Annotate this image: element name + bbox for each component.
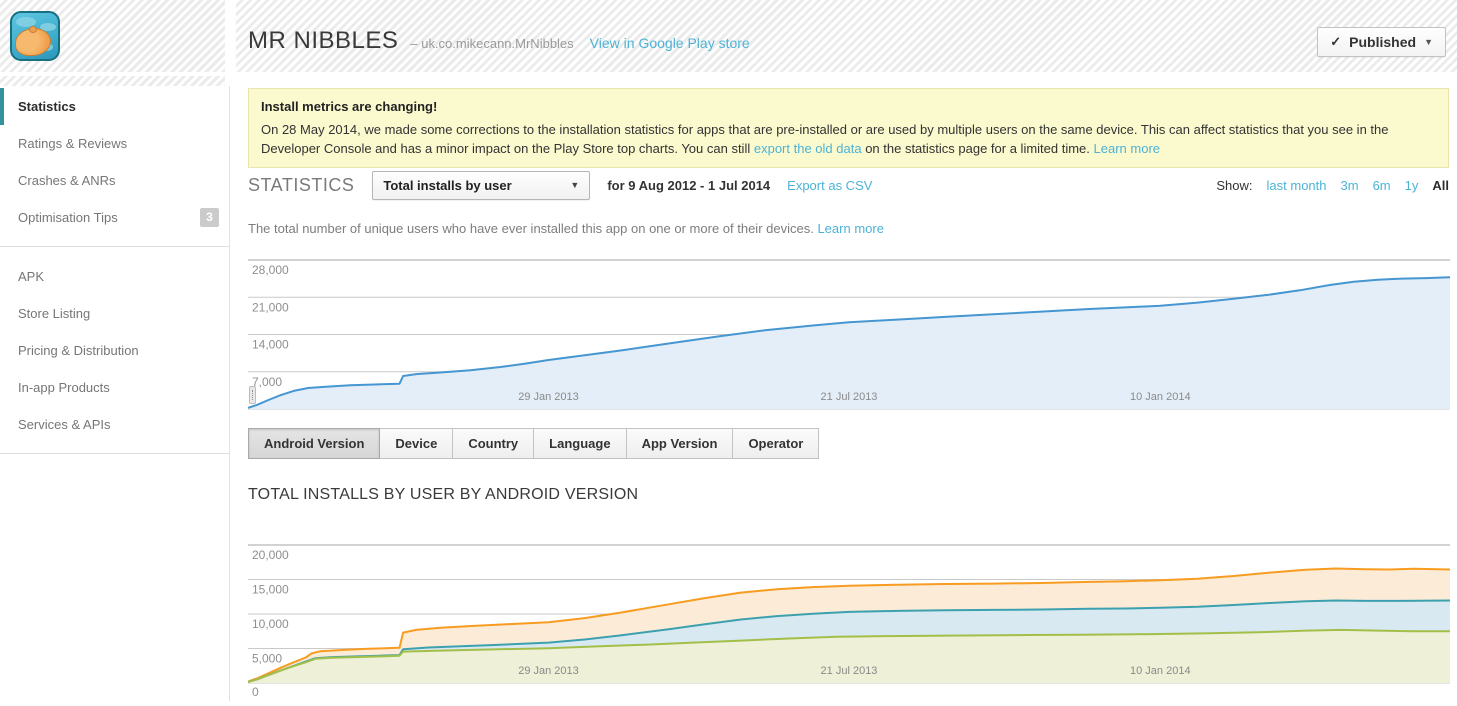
dimension-tabs: Android Version Device Country Language …	[248, 428, 819, 459]
sidebar-item-services-apis[interactable]: Services & APIs	[0, 406, 229, 443]
check-icon: ✓	[1330, 34, 1341, 50]
section-title: TOTAL INSTALLS BY USER BY ANDROID VERSIO…	[248, 486, 638, 504]
sidebar-item-optimisation-tips[interactable]: Optimisation Tips 3	[0, 199, 229, 236]
optimisation-tips-count-badge: 3	[200, 208, 219, 227]
sidebar-item-apk[interactable]: APK	[0, 258, 229, 295]
sidebar-item-pricing-distribution[interactable]: Pricing & Distribution	[0, 332, 229, 369]
svg-text:20,000: 20,000	[252, 548, 289, 562]
metric-select[interactable]: Total installs by user ▼	[372, 171, 590, 200]
sidebar-item-label: Optimisation Tips	[18, 210, 118, 225]
tab-language[interactable]: Language	[533, 428, 626, 459]
svg-text:10,000: 10,000	[252, 617, 289, 631]
app-package-name: – uk.co.mikecann.MrNibbles	[410, 36, 573, 51]
sidebar-item-label: In-app Products	[18, 380, 110, 395]
description-learn-more-link[interactable]: Learn more	[817, 221, 883, 236]
sidebar-item-label: Pricing & Distribution	[18, 343, 139, 358]
banner-text: on the statistics page for a limited tim…	[865, 141, 1090, 156]
chevron-down-icon: ▼	[570, 180, 579, 190]
svg-text:29 Jan 2013: 29 Jan 2013	[518, 391, 579, 403]
tab-app-version[interactable]: App Version	[626, 428, 734, 459]
app-icon	[10, 11, 60, 61]
sidebar-item-label: Statistics	[18, 99, 76, 114]
sidebar-item-label: Services & APIs	[18, 417, 110, 432]
svg-text:29 Jan 2013: 29 Jan 2013	[518, 665, 579, 677]
svg-text:14,000: 14,000	[252, 338, 289, 352]
show-3m[interactable]: 3m	[1341, 178, 1359, 193]
tab-android-version[interactable]: Android Version	[248, 428, 380, 459]
show-last-month[interactable]: last month	[1267, 178, 1327, 193]
svg-text:21 Jul 2013: 21 Jul 2013	[821, 665, 878, 677]
chevron-down-icon: ▼	[1424, 37, 1433, 47]
page-title: MR NIBBLES	[248, 27, 398, 55]
tab-device[interactable]: Device	[379, 428, 453, 459]
svg-text:21 Jul 2013: 21 Jul 2013	[821, 391, 878, 403]
banner-body: On 28 May 2014, we made some corrections…	[261, 120, 1436, 158]
hamster-icon	[15, 28, 51, 56]
total-installs-chart[interactable]: 7,000 14,000 21,000 28,000 29 Jan 2013 21 Jul…	[248, 258, 1450, 410]
sidebar-item-label: Ratings & Reviews	[18, 136, 127, 151]
sidebar: Statistics Ratings & Reviews Crashes & A…	[0, 86, 230, 701]
sidebar-item-crashes-anrs[interactable]: Crashes & ANRs	[0, 162, 229, 199]
svg-text:7,000: 7,000	[252, 375, 282, 389]
sidebar-item-label: Crashes & ANRs	[18, 173, 116, 188]
metric-description: The total number of unique users who hav…	[248, 221, 884, 236]
hamster-ear	[29, 26, 37, 33]
chart-svg[interactable]: 7,000 14,000 21,000 28,000 29 Jan 2013 21 Jul…	[248, 258, 1450, 410]
metric-select-value: Total installs by user	[383, 178, 511, 193]
chart-svg[interactable]: 0 5,000 10,000 15,000 20,000 29 Jan 2013 21 Ju…	[248, 535, 1450, 701]
svg-text:5,000: 5,000	[252, 652, 282, 666]
export-old-data-link[interactable]: export the old data	[754, 141, 862, 156]
tab-country[interactable]: Country	[452, 428, 534, 459]
tab-operator[interactable]: Operator	[732, 428, 819, 459]
export-csv-link[interactable]: Export as CSV	[787, 178, 872, 193]
date-range-label: for 9 Aug 2012 - 1 Jul 2014	[607, 178, 770, 193]
publish-status-label: Published	[1349, 34, 1416, 50]
installs-by-android-version-chart[interactable]: 0 5,000 10,000 15,000 20,000 29 Jan 2013 21 Ju…	[248, 535, 1450, 701]
show-all[interactable]: All	[1432, 178, 1449, 193]
sidebar-item-label: Store Listing	[18, 306, 90, 321]
sidebar-divider	[0, 453, 229, 454]
svg-text:28,000: 28,000	[252, 263, 289, 277]
show-6m[interactable]: 6m	[1373, 178, 1391, 193]
show-range-group: Show: last month 3m 6m 1y All	[1216, 178, 1449, 193]
svg-text:21,000: 21,000	[252, 300, 289, 314]
chart-range-handle[interactable]	[249, 386, 256, 404]
sidebar-item-label: APK	[18, 269, 44, 284]
banner-title: Install metrics are changing!	[261, 97, 1436, 116]
sidebar-item-ratings-reviews[interactable]: Ratings & Reviews	[0, 125, 229, 162]
publish-status-dropdown[interactable]: ✓ Published ▼	[1317, 27, 1446, 57]
sidebar-item-store-listing[interactable]: Store Listing	[0, 295, 229, 332]
svg-text:10 Jan 2014: 10 Jan 2014	[1130, 665, 1191, 677]
show-label: Show:	[1216, 178, 1252, 193]
metric-description-text: The total number of unique users who hav…	[248, 221, 814, 236]
install-metrics-banner: Install metrics are changing! On 28 May …	[248, 88, 1449, 168]
svg-text:0: 0	[252, 685, 259, 699]
header-band-sidebar-strip	[0, 76, 225, 86]
show-1y[interactable]: 1y	[1405, 178, 1419, 193]
banner-learn-more-link[interactable]: Learn more	[1094, 141, 1160, 156]
sidebar-divider	[0, 246, 229, 247]
svg-text:10 Jan 2014: 10 Jan 2014	[1130, 391, 1191, 403]
sidebar-item-in-app-products[interactable]: In-app Products	[0, 369, 229, 406]
sidebar-item-statistics[interactable]: Statistics	[0, 88, 229, 125]
app-header: MR NIBBLES – uk.co.mikecann.MrNibbles Vi…	[248, 27, 750, 55]
statistics-toolbar: STATISTICS Total installs by user ▼ for …	[248, 169, 1449, 201]
statistics-heading: STATISTICS	[248, 175, 354, 196]
svg-text:15,000: 15,000	[252, 583, 289, 597]
view-in-play-store-link[interactable]: View in Google Play store	[590, 35, 750, 51]
